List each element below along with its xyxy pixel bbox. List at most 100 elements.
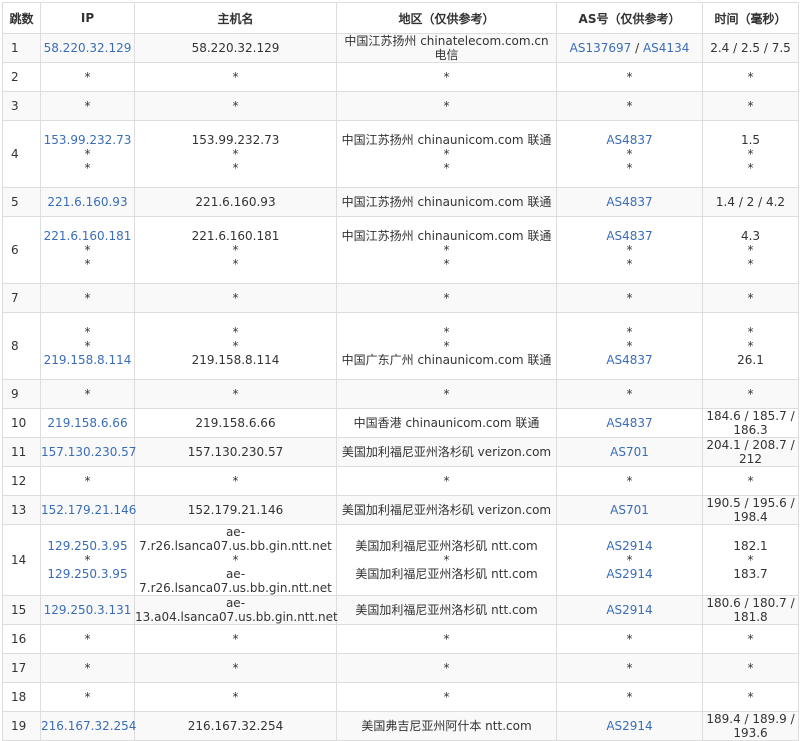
hostname-text: *	[232, 632, 239, 646]
as-separator: /	[631, 41, 643, 55]
cell-host: 152.179.21.146	[134, 495, 337, 525]
ip-link[interactable]: 58.220.32.129	[41, 41, 134, 55]
ip-link[interactable]: 216.167.32.254	[41, 719, 136, 733]
ip-link[interactable]: 219.158.8.114	[41, 353, 134, 367]
header-time: 时间（毫秒）	[702, 2, 799, 34]
cell-ip: *	[40, 62, 135, 92]
ip-link[interactable]: 221.6.160.93	[41, 195, 134, 209]
as-line: AS701	[557, 445, 702, 459]
cell-ip: *	[40, 682, 135, 712]
cell-location: 中国江苏扬州 chinatelecom.com.cn 电信	[336, 33, 557, 63]
cell-ip: 216.167.32.254	[40, 711, 136, 741]
cell-host: ae-7.r26.lsanca07.us.bb.gin.ntt.net * ae-7…	[134, 524, 337, 596]
ip-link[interactable]: 221.6.160.181	[41, 229, 134, 243]
as-link[interactable]: AS2914	[606, 567, 652, 581]
cell-ip: 157.130.230.57	[40, 437, 136, 467]
ip-link[interactable]: 129.250.3.95	[41, 567, 134, 581]
cell-host: 216.167.32.254	[134, 711, 337, 741]
time-text: 1.4 / 2 / 4.2	[715, 195, 786, 209]
hostname-text: 216.167.32.254	[187, 719, 284, 733]
table-row: 11 157.130.230.57 157.130.230.57 美国加利福尼亚州洛杉…	[2, 437, 799, 467]
cell-location: *	[336, 466, 557, 496]
cell-time: * * 26.1	[702, 312, 799, 380]
ip-link[interactable]: 153.99.232.73	[41, 133, 134, 147]
ip-placeholder: *	[84, 99, 91, 113]
cell-as: AS2914 * AS2914	[556, 524, 703, 596]
as-link[interactable]: AS2914	[606, 719, 652, 733]
cell-hop: 3	[2, 91, 41, 121]
ip-link[interactable]: 157.130.230.57	[41, 445, 136, 459]
location-text: 美国加利福尼亚州洛杉矶 ntt.com	[355, 567, 538, 581]
hostname-text: 157.130.230.57	[187, 445, 284, 459]
as-placeholder: *	[626, 325, 633, 339]
ip-placeholder: *	[84, 632, 91, 646]
as-line: *	[557, 257, 702, 271]
cell-hop: 7	[2, 283, 41, 313]
ip-link[interactable]: 129.250.3.95	[41, 539, 134, 553]
time-text: *	[747, 70, 754, 84]
cell-location: 中国香港 chinaunicom.com 联通	[336, 408, 557, 438]
cell-location: 美国加利福尼亚州洛杉矶 verizon.com	[336, 495, 557, 525]
time-text: 184.6 / 185.7 / 186.3	[706, 409, 795, 437]
header-ip: IP	[40, 2, 135, 34]
hostname-text: *	[232, 339, 239, 353]
cell-hop: 16	[2, 624, 41, 654]
location-text: *	[443, 690, 450, 704]
cell-as: *	[556, 379, 703, 409]
as-link[interactable]: AS701	[610, 503, 649, 517]
ip-link[interactable]: 129.250.3.131	[41, 603, 134, 617]
cell-host: 219.158.6.66	[134, 408, 337, 438]
as-link[interactable]: AS4134	[643, 41, 689, 55]
as-link[interactable]: AS4837	[606, 353, 652, 367]
hostname-text: *	[232, 325, 239, 339]
cell-as: AS137697 / AS4134	[556, 33, 703, 63]
as-line: AS4837	[557, 133, 702, 147]
hop-number: 3	[11, 99, 19, 113]
cell-location: * * 中国广东广州 chinaunicom.com 联通	[336, 312, 557, 380]
location-text: *	[443, 243, 450, 257]
table-row: 10 219.158.6.66 219.158.6.66 中国香港 chinaunic…	[2, 408, 799, 438]
time-text: 182.1	[733, 539, 768, 553]
ip-link[interactable]: 152.179.21.146	[41, 503, 136, 517]
cell-as: *	[556, 653, 703, 683]
cell-host: 153.99.232.73 * *	[134, 120, 337, 188]
hostname-text: *	[232, 553, 239, 567]
cell-hop: 14	[2, 524, 41, 596]
as-link[interactable]: AS4837	[606, 229, 652, 243]
as-link[interactable]: AS701	[610, 445, 649, 459]
hostname-text: *	[232, 690, 239, 704]
as-link[interactable]: AS4837	[606, 416, 652, 430]
cell-location: *	[336, 62, 557, 92]
hop-number: 10	[11, 416, 27, 430]
cell-hop: 17	[2, 653, 41, 683]
as-line: AS4837	[557, 229, 702, 243]
time-text: *	[747, 339, 754, 353]
cell-location: *	[336, 91, 557, 121]
cell-as: AS4837	[556, 187, 703, 217]
as-link[interactable]: AS4837	[606, 195, 652, 209]
as-link[interactable]: AS2914	[606, 539, 652, 553]
as-line: AS4837	[557, 416, 702, 430]
as-link[interactable]: AS4837	[606, 133, 652, 147]
time-text: *	[747, 257, 754, 271]
location-text: *	[443, 147, 450, 161]
as-link[interactable]: AS137697	[570, 41, 632, 55]
table-row: 1 58.220.32.129 58.220.32.129 中国江苏扬州 chinat…	[2, 33, 799, 63]
as-link[interactable]: AS2914	[606, 603, 652, 617]
ip-link[interactable]: 219.158.6.66	[41, 416, 134, 430]
hostname-text: *	[232, 387, 239, 401]
time-text: 183.7	[733, 567, 768, 581]
cell-time: *	[702, 653, 799, 683]
cell-host: 221.6.160.93	[134, 187, 337, 217]
as-line: AS2914	[557, 719, 702, 733]
time-text: *	[747, 661, 754, 675]
location-text: 中国江苏扬州 chinaunicom.com 联通	[341, 229, 552, 243]
cell-location: *	[336, 653, 557, 683]
hostname-text: *	[232, 661, 239, 675]
header-host: 主机名	[134, 2, 337, 34]
header-location: 地区（仅供参考）	[336, 2, 557, 34]
hop-number: 19	[11, 719, 27, 733]
cell-host: 58.220.32.129	[134, 33, 337, 63]
location-text: *	[443, 161, 450, 175]
location-text: *	[443, 661, 450, 675]
